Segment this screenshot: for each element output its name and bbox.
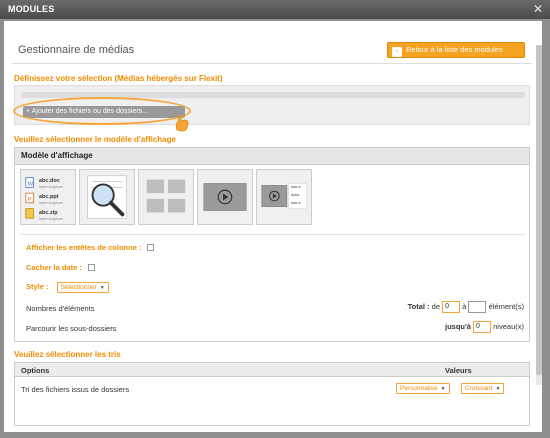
to-label: à — [462, 301, 467, 311]
sort-mode-value: Personnalisé — [400, 385, 438, 392]
style-select-value: Sélectionner — [60, 284, 97, 291]
page-title: Gestionnaire de médias — [18, 44, 135, 56]
sort-col-values: Valeurs — [445, 366, 472, 375]
display-model-title: Modèle d'affichage — [15, 148, 529, 165]
header-divider — [12, 63, 532, 64]
thumb-line-1: lore a — [291, 185, 301, 189]
column-headers-label: Afficher les entêtes de colonne : — [26, 243, 142, 252]
from-label: de — [431, 301, 441, 311]
depth-input[interactable]: 0 — [473, 321, 492, 333]
playlist-thumb-icon — [261, 183, 307, 209]
selection-section-title: Définissez votre sélection (Médias héber… — [14, 74, 223, 83]
column-headers-row: Afficher les entêtes de colonne : — [26, 243, 155, 252]
elements-unit: élément(s) — [488, 301, 524, 311]
grid-thumb-icon — [146, 179, 186, 213]
thumb-file-3-sub: lorem impsum — [39, 217, 63, 221]
selection-box: + Ajouter des fichiers ou des dossiers..… — [13, 85, 530, 132]
model-thumb-playlist[interactable]: lore a dolor lore a — [256, 169, 312, 225]
sort-order-value: Croissant — [465, 385, 493, 392]
pointer-hand-icon — [175, 115, 189, 132]
depth-label: jusqu'à — [444, 321, 471, 331]
depth-unit: niveau(x) — [493, 321, 524, 331]
window-title: MODULES — [8, 4, 55, 14]
thumb-file-1-sub: lorem impsum — [39, 185, 63, 189]
model-section-title: Veuillez sélectionner le modèle d'affich… — [14, 135, 176, 144]
model-thumb-grid[interactable] — [138, 169, 194, 225]
thumb-file-2: abc.ppt — [39, 194, 59, 200]
arrow-left-icon: ‹ — [392, 47, 402, 57]
sort-table: Options Valeurs Tri des fichiers issus d… — [14, 362, 530, 426]
style-label: Style : — [26, 282, 49, 291]
hide-date-checkbox[interactable] — [87, 264, 95, 271]
from-input[interactable]: 0 — [442, 301, 461, 313]
scrollbar-thumb[interactable] — [536, 45, 542, 375]
sort-row-label: Tri des fichiers issus de dossiers — [21, 385, 130, 394]
video-thumb-icon — [203, 183, 247, 211]
model-thumb-preview[interactable] — [79, 169, 135, 225]
total-label: Total : — [407, 301, 430, 311]
subfolders-label: Parcourir les sous-dossiers — [26, 324, 117, 333]
media-manager-panel: Gestionnaire de médias ‹ Retour à la list… — [4, 21, 542, 432]
sort-mode-select[interactable]: Personnalisé ▼ — [396, 383, 450, 394]
style-row: Style : Sélectionner ▼ — [26, 282, 109, 293]
model-thumb-list[interactable]: W P abc.doc lorem impsum abc.ppt lorem i… — [20, 169, 76, 225]
add-files-button[interactable]: + Ajouter des fichiers ou des dossiers..… — [23, 106, 185, 118]
window-titlebar: MODULES ✕ — [0, 0, 550, 19]
model-thumb-player[interactable] — [197, 169, 253, 225]
chevron-down-icon: ▼ — [440, 386, 446, 392]
sort-col-options: Options — [21, 366, 50, 375]
svg-text:W: W — [28, 181, 34, 187]
add-files-label: Ajouter des fichiers ou des dossiers... — [31, 108, 148, 115]
back-to-modules-label: Retour à la liste des modules — [406, 45, 503, 54]
magnifier-thumb-icon — [87, 175, 127, 219]
sort-section-title: Veuillez sélectionner les tris — [14, 350, 121, 359]
style-select[interactable]: Sélectionner ▼ — [56, 282, 109, 293]
svg-text:P: P — [28, 197, 32, 203]
chevron-down-icon: ▼ — [495, 386, 501, 392]
elements-range: Total : de 0 à élément(s) — [408, 301, 524, 313]
thumb-file-1: abc.doc — [39, 178, 60, 184]
hide-date-row: Cacher la date : — [26, 263, 95, 272]
to-input[interactable] — [468, 301, 487, 313]
sort-order-select[interactable]: Croissant ▼ — [461, 383, 505, 394]
sort-table-header: Options Valeurs — [15, 363, 529, 377]
column-headers-checkbox[interactable] — [147, 244, 155, 251]
thumb-file-2-sub: lorem impsum — [39, 201, 63, 205]
thumb-file-3: abc.zip — [39, 210, 58, 216]
elements-label: Nombres d'éléments — [26, 304, 95, 313]
close-icon[interactable]: ✕ — [533, 2, 543, 16]
depth-range: jusqu'à 0 niveau(x) — [445, 321, 524, 333]
chevron-down-icon: ▼ — [99, 285, 105, 291]
thumb-line-3: lore a — [291, 201, 301, 205]
back-to-modules-button[interactable]: ‹ Retour à la liste des modules — [387, 42, 525, 58]
display-options: Afficher les entêtes de colonne : Cacher… — [20, 234, 526, 338]
hide-date-label: Cacher la date : — [26, 263, 82, 272]
display-model-box: Modèle d'affichage W P abc.doc lorem imp… — [14, 147, 530, 342]
thumb-line-2: dolor — [291, 193, 300, 197]
selection-progress-bar — [21, 92, 525, 98]
model-thumbnails: W P abc.doc lorem impsum abc.ppt lorem i… — [20, 169, 526, 229]
